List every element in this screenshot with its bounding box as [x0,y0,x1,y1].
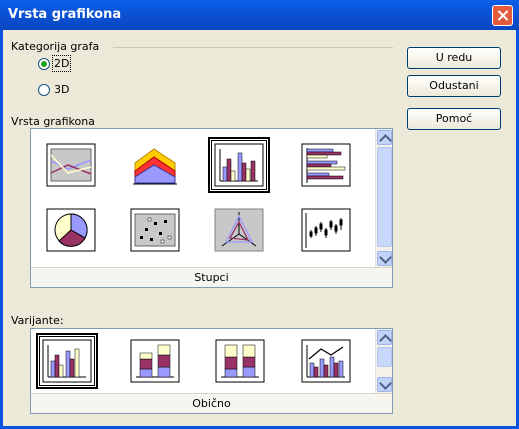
help-button[interactable]: Pomoć [407,108,501,130]
stacked-column-icon[interactable] [130,339,180,383]
chart-type-gallery[interactable]: Stupci [30,128,393,288]
bar-chart-icon[interactable] [301,143,351,187]
category-group-label: Kategorija grafa [11,40,100,53]
chart-type-label: Vrsta grafikona [11,115,95,128]
radio-3d[interactable] [38,84,50,96]
close-icon[interactable] [492,5,513,26]
scroll-down-icon[interactable] [377,251,392,266]
xy-scatter-icon[interactable] [130,208,180,252]
chart-type-dialog: Vrsta grafikona Kategorija grafa 2D 3D U… [0,0,519,429]
variants-scroll-thumb[interactable] [377,347,392,367]
variants-gallery[interactable]: Obično [30,328,393,414]
pie-chart-icon[interactable] [46,208,96,252]
line-chart-icon[interactable] [46,143,96,187]
column-and-line-icon[interactable] [301,339,351,383]
chart-type-scrollbar[interactable] [375,129,392,267]
variants-scrollbar[interactable] [375,329,392,393]
column-chart-icon[interactable] [208,137,270,193]
net-chart-icon[interactable] [214,208,264,252]
scroll-up-icon[interactable] [377,130,392,145]
variants-scroll-down-icon[interactable] [377,377,392,392]
percent-stacked-column-icon[interactable] [215,339,265,383]
cancel-button[interactable]: Odustani [407,75,501,97]
category-group-divider [113,47,393,48]
variants-caption: Obično [31,393,392,413]
area-chart-icon[interactable] [130,143,180,187]
radio-2d-label[interactable]: 2D [51,55,72,72]
radio-3d-label[interactable]: 3D [54,83,69,96]
variants-scroll-up-icon[interactable] [377,330,392,345]
dialog-title: Vrsta grafikona [8,7,122,22]
radio-2d[interactable] [38,58,50,70]
title-bar: Vrsta grafikona [0,0,519,30]
scroll-thumb[interactable] [377,147,392,247]
normal-column-icon[interactable] [36,333,98,389]
variants-label: Varijante: [11,314,64,327]
chart-type-caption: Stupci [31,267,392,287]
ok-button[interactable]: U redu [407,47,501,69]
stock-chart-icon[interactable] [301,208,351,252]
